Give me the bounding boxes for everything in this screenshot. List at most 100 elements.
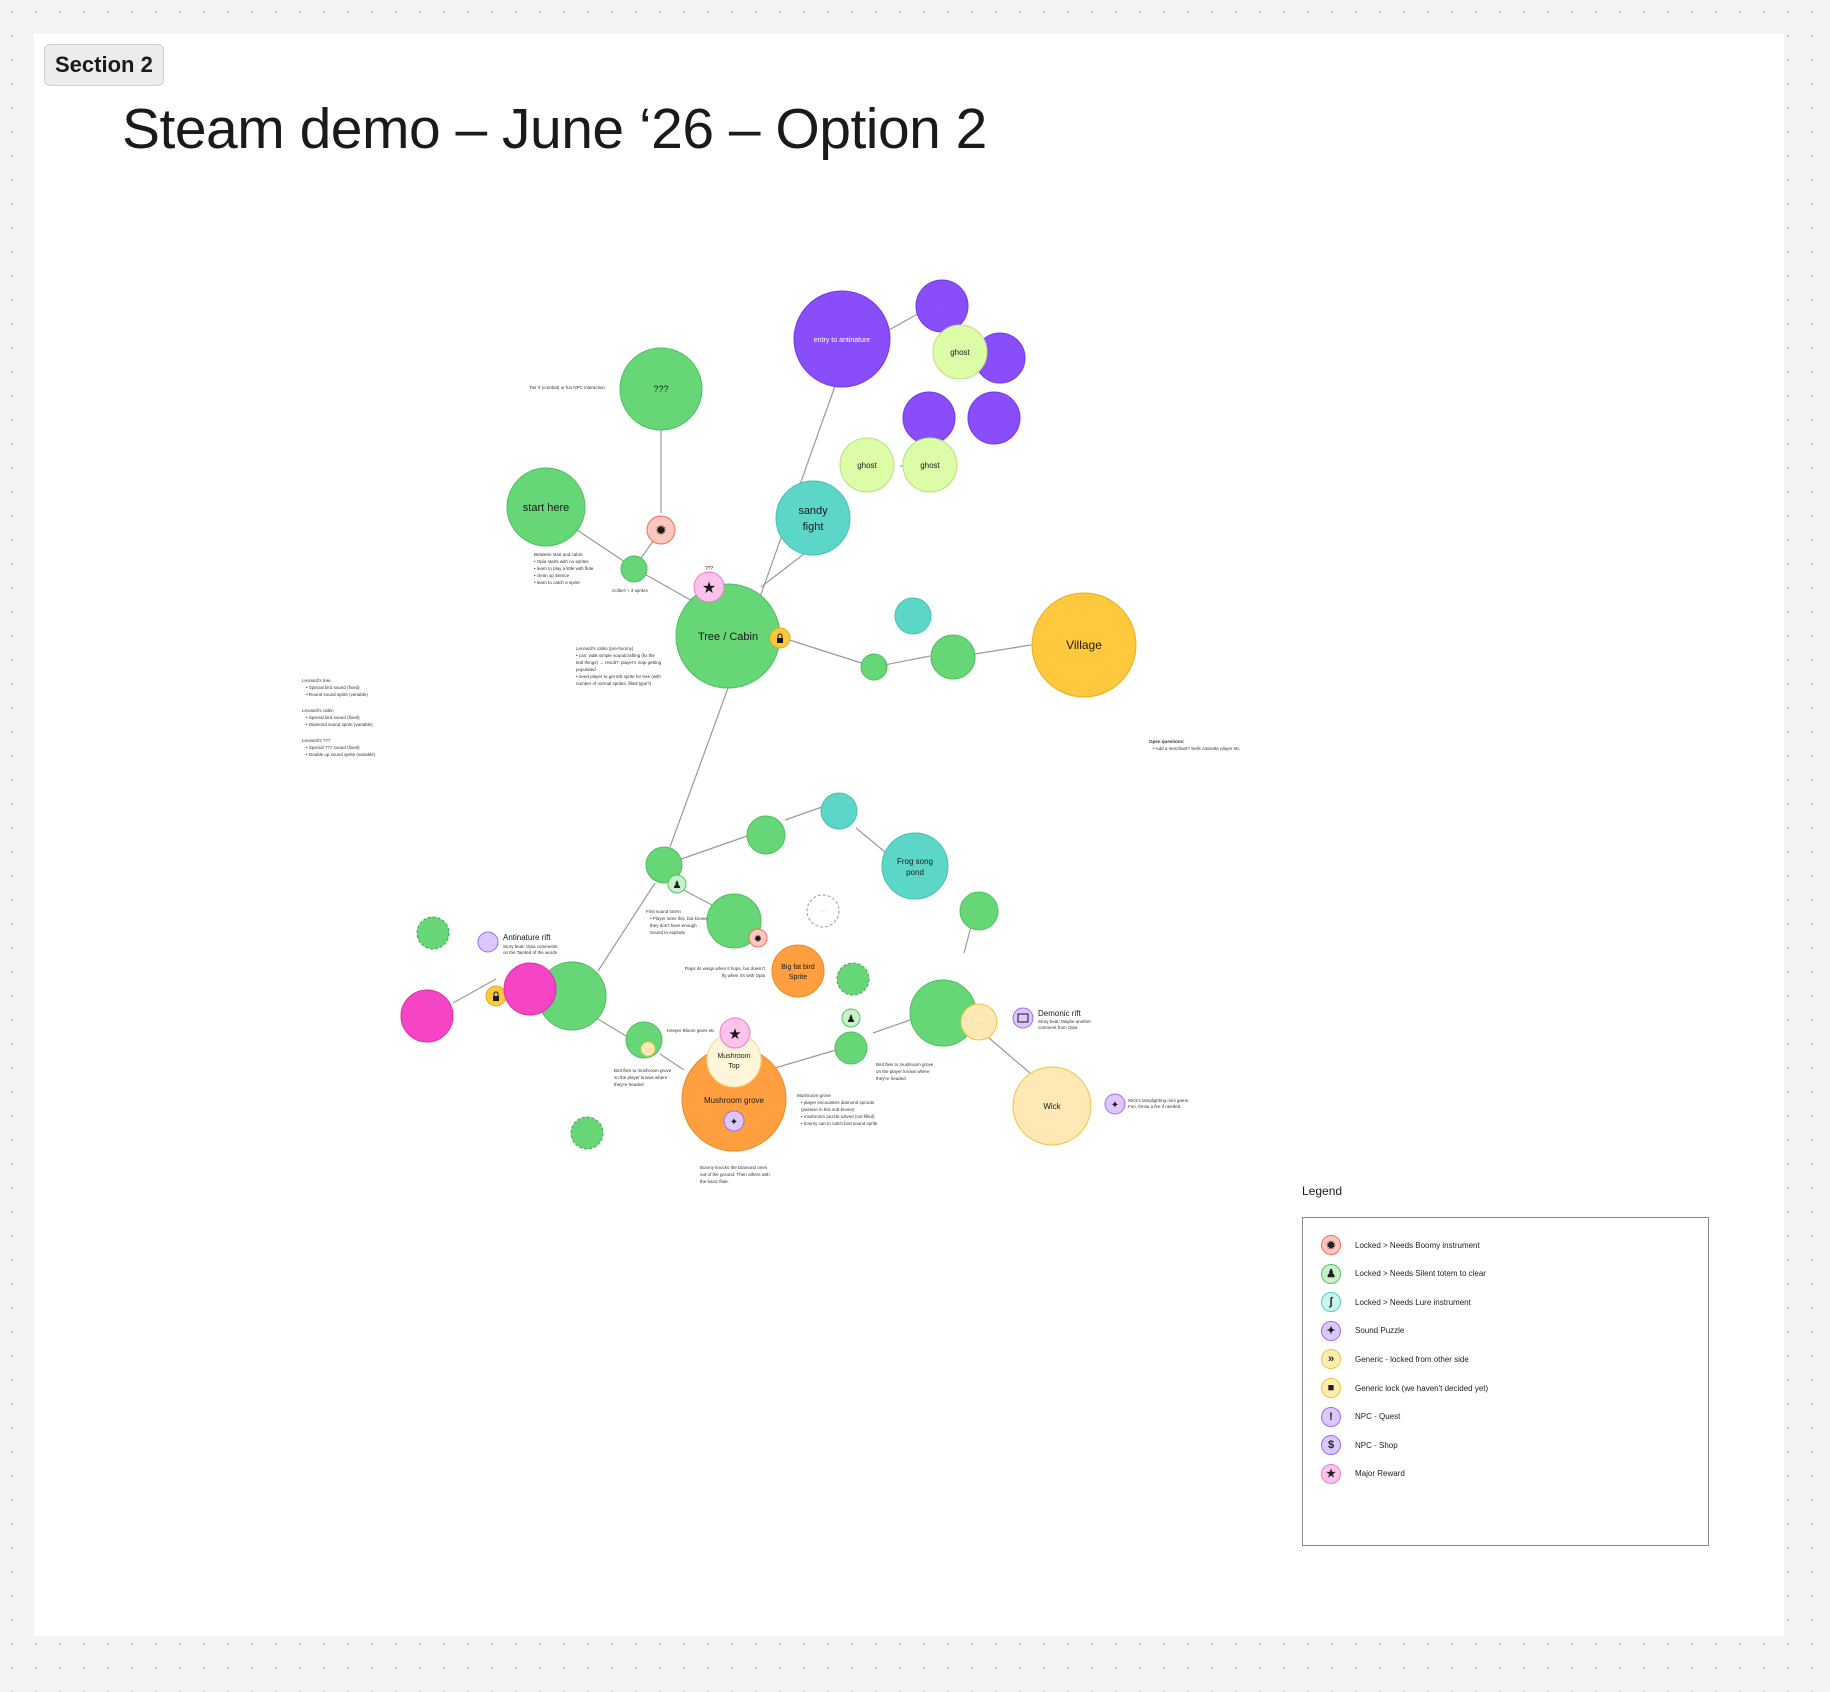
svg-text:Leonard's cabin: Leonard's cabin	[302, 708, 334, 713]
svg-text:Village: Village	[1066, 638, 1102, 652]
node-dashed-green-left[interactable]	[416, 916, 450, 950]
svg-text:• Special ??? sound (fixed): • Special ??? sound (fixed)	[306, 745, 360, 750]
node-wick[interactable]: Wick	[1012, 1066, 1092, 1146]
annotation-collect: Collect + 3 sprites	[612, 588, 649, 593]
antinature-rift-icon[interactable]	[477, 931, 499, 953]
lock-icon: ■	[1321, 1378, 1341, 1398]
node-dashed-green-1[interactable]	[836, 962, 870, 996]
silent-totem-icon-2[interactable]: ♟	[841, 1008, 861, 1028]
svg-text:• boomy can to catch bird soun: • boomy can to catch bird sound sprite	[801, 1121, 878, 1126]
node-big-fat-bird[interactable]: Big fat bird Sprite	[771, 944, 825, 998]
node-frog-song-pond[interactable]: Frog song pond	[881, 832, 949, 900]
legend-item: ★ Major Reward	[1321, 1463, 1405, 1485]
node-pink-left[interactable]	[400, 989, 454, 1043]
generic-lock-icon-3[interactable]	[640, 1041, 656, 1057]
annotation-boomy-knocks: Boomy knocks the Diamond ones out of the…	[700, 1165, 770, 1184]
dollar-icon: $	[1321, 1435, 1341, 1456]
generic-lock-icon-2[interactable]	[485, 985, 507, 1007]
boomy-lock-icon-2[interactable]: ✹	[748, 928, 768, 948]
legend-item-label: Major Reward	[1355, 1469, 1405, 1479]
node-tree-cabin[interactable]: Tree / Cabin	[675, 583, 781, 689]
star-icon: ★	[1321, 1463, 1341, 1484]
annotation-demonic-rift: Demonic rift Story beat: Maybe another c…	[1038, 1009, 1092, 1030]
svg-text:✦: ✦	[730, 1117, 738, 1128]
svg-text:they're headed: they're headed	[614, 1082, 644, 1087]
boomy-lock-icon[interactable]: ✹	[646, 515, 676, 545]
svg-text:Demonic rift: Demonic rift	[1038, 1009, 1081, 1018]
annotation-open-questions: Open questions: • Add a merchant? Sells …	[1149, 739, 1240, 751]
legend-item: ✹ Locked > Needs Boomy instrument	[1321, 1234, 1480, 1256]
svg-text:number of normal sprites, fill: number of normal sprites, filled type?)	[576, 681, 652, 686]
demonic-rift-icon[interactable]	[1012, 1007, 1034, 1029]
node-start-here[interactable]: start here	[506, 467, 586, 547]
node-path-e[interactable]	[959, 891, 999, 931]
node-demonic-cream[interactable]: ······	[960, 1003, 998, 1041]
node-path-medium[interactable]	[930, 634, 976, 680]
legend-box: ✹ Locked > Needs Boomy instrument ♟ Locked …	[1302, 1217, 1709, 1546]
svg-text:• Special bird sound (fixed): • Special bird sound (fixed)	[306, 715, 360, 720]
node-unknown-top[interactable]: ???	[619, 347, 703, 431]
sound-puzzle-icon-2[interactable]: ✦	[1104, 1093, 1126, 1115]
svg-text:★: ★	[702, 580, 716, 597]
svg-text:populated: populated	[576, 667, 596, 672]
annotation-bird-flies-left: Bird flies to mushroom grove so the play…	[614, 1068, 672, 1087]
svg-text:♟: ♟	[847, 1014, 856, 1025]
node-sandy-fight[interactable]: sandy fight	[775, 480, 851, 556]
legend-item: ʃ Locked > Needs Lure instrument	[1321, 1291, 1471, 1313]
svg-text:• need player to get 5/6 sprit: • need player to get 5/6 sprite for tree…	[576, 674, 661, 679]
svg-text:entry to antinature: entry to antinature	[814, 337, 871, 344]
svg-text:• learn to play a little with: • learn to play a little with flute	[534, 566, 594, 571]
svg-text:ghost: ghost	[857, 461, 877, 470]
node-ghost-2[interactable]: ghost	[839, 437, 895, 493]
svg-text:First sound totem: First sound totem	[646, 909, 681, 914]
svg-text:Open questions:: Open questions:	[1149, 739, 1185, 744]
svg-text:they're headed: they're headed	[876, 1076, 906, 1081]
annotation-wick-puzzle: Wick's lamplighting mini game. Fun, thro…	[1128, 1098, 1189, 1109]
svg-text:Bird flies to mushroom grove: Bird flies to mushroom grove	[614, 1068, 672, 1073]
node-dashed-empty[interactable]: ···	[806, 894, 840, 928]
node-purple-1[interactable]: ·····	[915, 279, 969, 333]
svg-text:• learn to catch a sprite: • learn to catch a sprite	[534, 580, 580, 585]
svg-text:Wick's lamplighting mini game.: Wick's lamplighting mini game.	[1128, 1098, 1189, 1103]
legend-item-label: Generic lock (we haven't decided yet)	[1355, 1383, 1489, 1393]
node-path-small[interactable]	[860, 653, 888, 681]
star-icon[interactable]: ★ ???	[693, 566, 725, 603]
svg-text:start here: start here	[523, 502, 569, 514]
legend-item: ■ Generic lock (we haven't decided yet)	[1321, 1377, 1488, 1399]
node-purple-3[interactable]	[902, 391, 956, 445]
node-village[interactable]: Village	[1031, 592, 1137, 698]
sound-puzzle-icon[interactable]: ✦	[723, 1110, 745, 1132]
generic-lock-icon[interactable]	[769, 627, 791, 649]
svg-text:pond: pond	[906, 868, 924, 877]
annotation-leonards: Leonard's tree • Special bird sound (fix…	[302, 678, 376, 757]
node-ghost-3[interactable]: ghost	[902, 437, 958, 493]
node-purple-4[interactable]	[967, 391, 1021, 445]
svg-text:Leonard's tree: Leonard's tree	[302, 678, 331, 683]
star-icon-2[interactable]: ★	[719, 1017, 751, 1049]
exclamation-icon: !	[1321, 1406, 1341, 1427]
svg-text:Leonard's cabin (pre-boomy): Leonard's cabin (pre-boomy)	[576, 646, 634, 651]
node-ghost-1[interactable]: ghost	[932, 324, 988, 380]
silent-totem-icon[interactable]: ♟	[667, 874, 687, 894]
node-teal-small[interactable]	[894, 597, 932, 635]
node-path-f[interactable]	[834, 1031, 868, 1065]
node-path-b[interactable]	[746, 815, 786, 855]
svg-text:ghost: ghost	[950, 348, 970, 357]
svg-text:out of the ground. Then others: out of the ground. Then others with	[700, 1172, 770, 1177]
svg-text:Fun, throw a fire if needed: Fun, throw a fire if needed	[1128, 1104, 1181, 1109]
svg-text:the basic flute.: the basic flute.	[700, 1179, 729, 1184]
node-dashed-green-bottom[interactable]	[570, 1116, 604, 1150]
svg-text:Tree / Cabin: Tree / Cabin	[698, 631, 758, 643]
svg-text:······: ······	[977, 1022, 982, 1025]
legend-item: ♟ Locked > Needs Silent totem to clear	[1321, 1263, 1486, 1285]
node-entry-antinature[interactable]: entry to antinature	[793, 290, 891, 388]
svg-text:???: ???	[653, 384, 668, 394]
node-antinature-rift[interactable]: ······	[503, 962, 557, 1016]
svg-text:fight: fight	[803, 521, 824, 533]
node-teal-c[interactable]	[820, 792, 858, 830]
legend-item-label: Locked > Needs Lure instrument	[1355, 1297, 1471, 1307]
node-collect-sprites[interactable]	[620, 555, 648, 583]
lure-icon: ʃ	[1321, 1292, 1341, 1313]
annotation-mushroom: Mushroom grove • player encounters diamo…	[797, 1093, 878, 1126]
svg-text:Sprite: Sprite	[789, 974, 807, 981]
